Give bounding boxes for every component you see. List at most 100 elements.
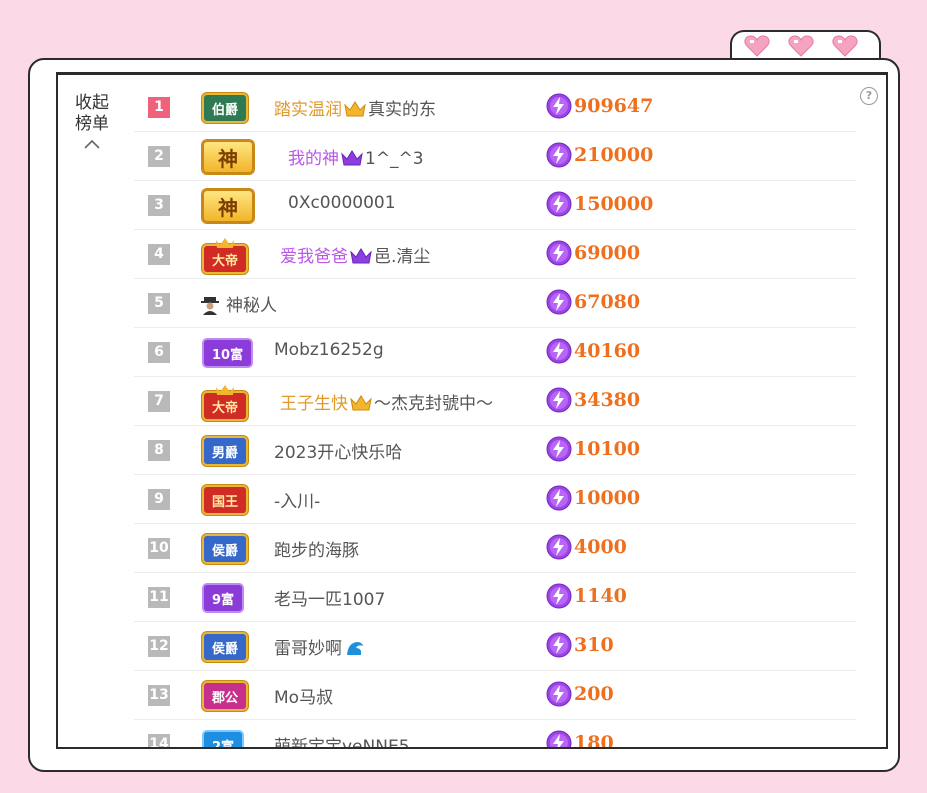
username[interactable]: Mo马叔 xyxy=(274,683,333,708)
username-text: 1^_^3 xyxy=(365,149,424,169)
username[interactable]: 爱我爸爸 邑.清尘 xyxy=(280,242,430,267)
amount-value: 210000 xyxy=(574,144,654,166)
lightning-gift-icon xyxy=(546,681,572,707)
amount-value: 200 xyxy=(574,683,614,705)
amount-value: 1140 xyxy=(574,585,627,607)
crown-icon xyxy=(341,150,363,166)
list-item[interactable]: 8 男爵 2023开心快乐哈 10100 xyxy=(134,426,856,475)
ranking-list: 1 伯爵 踏实温润 真实的东 909647 2 神 我的神 1^_^3 210000 3 神 0Xc00… xyxy=(134,83,856,749)
rank-title-badge: 2富 xyxy=(202,730,245,747)
rank-number: 1 xyxy=(148,97,170,118)
chevron-up-icon xyxy=(84,139,100,149)
lightning-gift-icon xyxy=(546,289,572,315)
heart-decoration xyxy=(744,34,874,60)
username-text: 老马一匹1007 xyxy=(274,590,386,610)
help-icon[interactable]: ? xyxy=(860,87,878,105)
lightning-gift-icon xyxy=(546,534,572,560)
contribution-amount: 69000 xyxy=(546,240,640,266)
list-item[interactable]: 3 神 0Xc0000001 150000 xyxy=(134,181,856,230)
crown-icon xyxy=(350,395,372,411)
list-item[interactable]: 7 大帝 王子生快 ～杰克封號中～ 34380 xyxy=(134,377,856,426)
rank-title-badge: 神 xyxy=(202,140,254,174)
username-highlight: 王子生快 xyxy=(280,394,348,414)
lightning-gift-icon xyxy=(546,142,572,168)
badge-crown-icon xyxy=(216,385,234,395)
lightning-gift-icon xyxy=(546,583,572,609)
list-item[interactable]: 9 国王 -入川- 10000 xyxy=(134,475,856,524)
contribution-amount: 67080 xyxy=(546,289,640,315)
rank-number: 10 xyxy=(148,538,170,559)
amount-value: 67080 xyxy=(574,291,641,313)
lightning-gift-icon xyxy=(546,93,572,119)
amount-value: 69000 xyxy=(574,242,641,264)
username-text: -入川- xyxy=(274,492,321,512)
rank-number: 6 xyxy=(148,342,170,363)
username[interactable]: 萌新宝宝veNNE5 xyxy=(274,732,410,747)
lightning-gift-icon xyxy=(546,632,572,658)
contribution-amount: 1140 xyxy=(546,583,627,609)
wave-icon xyxy=(347,642,363,655)
contribution-amount: 180 xyxy=(546,730,614,749)
username[interactable]: 2023开心快乐哈 xyxy=(274,438,402,463)
rank-number: 7 xyxy=(148,391,170,412)
username[interactable]: 雷哥妙啊 xyxy=(274,634,364,659)
rank-title-badge: 侯爵 xyxy=(202,534,249,564)
mystery-person-icon xyxy=(201,297,219,315)
rank-title-badge: 男爵 xyxy=(202,436,249,466)
rank-number: 13 xyxy=(148,685,170,706)
username-text: 雷哥妙啊 xyxy=(274,639,342,659)
lightning-gift-icon xyxy=(546,338,572,364)
rank-title-badge: 大帝 xyxy=(202,238,249,274)
username-text: ～杰克封號中～ xyxy=(374,394,493,414)
amount-value: 4000 xyxy=(574,536,627,558)
contribution-amount: 40160 xyxy=(546,338,640,364)
amount-value: 34380 xyxy=(574,389,641,411)
rank-title-badge: 10富 xyxy=(202,338,254,368)
list-item[interactable]: 13 郡公 Mo马叔 200 xyxy=(134,671,856,720)
username-highlight: 爱我爸爸 xyxy=(280,247,348,267)
rank-title-badge: 郡公 xyxy=(202,681,249,711)
username[interactable]: 神秘人 xyxy=(200,291,277,316)
amount-value: 310 xyxy=(574,634,614,656)
collapse-toggle[interactable]: 收起榜单 xyxy=(72,93,112,150)
list-item[interactable]: 12 侯爵 雷哥妙啊 310 xyxy=(134,622,856,671)
rank-title-badge: 国王 xyxy=(202,485,249,515)
heart-icon xyxy=(788,35,814,57)
username[interactable]: 我的神 1^_^3 xyxy=(288,144,424,169)
rank-title-badge: 神 xyxy=(202,189,254,223)
username[interactable]: 老马一匹1007 xyxy=(274,585,385,610)
contribution-amount: 210000 xyxy=(546,142,653,168)
badge-crown-icon xyxy=(216,238,234,248)
username[interactable]: Mobz16252g xyxy=(274,340,384,360)
collapse-label: 收起榜单 xyxy=(75,93,109,134)
username[interactable]: 0Xc0000001 xyxy=(288,193,396,213)
rank-number: 4 xyxy=(148,244,170,265)
lightning-gift-icon xyxy=(546,730,572,747)
list-item[interactable]: 14 2富 萌新宝宝veNNE5 180 xyxy=(134,720,856,749)
lightning-gift-icon xyxy=(546,485,572,511)
contribution-amount: 10100 xyxy=(546,436,640,462)
list-item[interactable]: 4 大帝 爱我爸爸 邑.清尘 69000 xyxy=(134,230,856,279)
amount-value: 180 xyxy=(574,732,614,749)
amount-value: 10000 xyxy=(574,487,641,509)
list-item[interactable]: 1 伯爵 踏实温润 真实的东 909647 xyxy=(134,83,856,132)
list-item[interactable]: 2 神 我的神 1^_^3 210000 xyxy=(134,132,856,181)
list-item[interactable]: 10 侯爵 跑步的海豚 4000 xyxy=(134,524,856,573)
username[interactable]: 跑步的海豚 xyxy=(274,536,359,561)
username[interactable]: 王子生快 ～杰克封號中～ xyxy=(280,389,493,414)
amount-value: 40160 xyxy=(574,340,641,362)
contribution-amount: 10000 xyxy=(546,485,640,511)
list-item[interactable]: 5 神秘人 67080 xyxy=(134,279,856,328)
username[interactable]: -入川- xyxy=(274,487,320,512)
rank-number: 12 xyxy=(148,636,170,657)
leaderboard-panel: 收起榜单 ? 1 伯爵 踏实温润 真实的东 909647 2 神 我的神 1^_^3 210000… xyxy=(56,72,888,749)
username[interactable]: 踏实温润 真实的东 xyxy=(274,95,436,120)
contribution-amount: 34380 xyxy=(546,387,640,413)
list-item[interactable]: 11 9富 老马一匹1007 1140 xyxy=(134,573,856,622)
lightning-gift-icon xyxy=(546,191,572,217)
heart-icon xyxy=(832,35,858,57)
heart-icon xyxy=(744,35,770,57)
contribution-amount: 310 xyxy=(546,632,614,658)
rank-number: 11 xyxy=(148,587,170,608)
list-item[interactable]: 6 10富 Mobz16252g 40160 xyxy=(134,328,856,377)
